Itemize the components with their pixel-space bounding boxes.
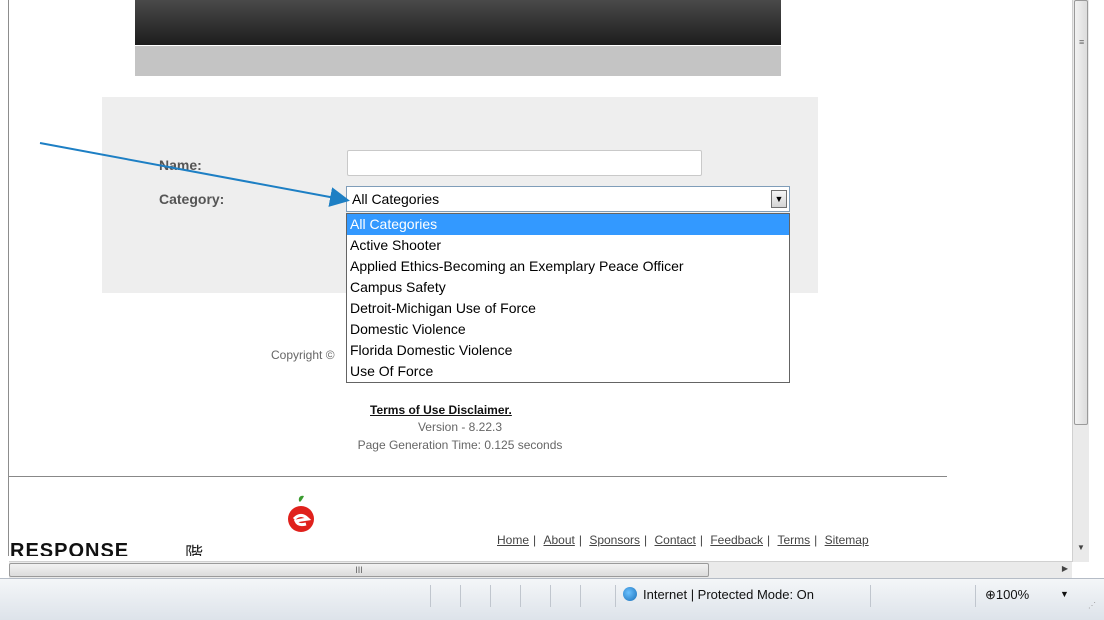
browser-status-bar: Internet | Protected Mode: On ⊕100% ▼ ⋰ [0,578,1104,620]
status-separator [430,585,431,607]
security-zone-status[interactable]: Internet | Protected Mode: On [623,587,814,602]
site-header-banner [135,0,781,45]
dropdown-option[interactable]: Domestic Violence [347,319,789,340]
footer-links: Home | About | Sponsors | Contact | Feedback… [497,533,869,547]
scroll-down-icon[interactable]: ▼ [1077,543,1085,552]
dropdown-option[interactable]: Detroit-Michigan Use of Force [347,298,789,319]
status-separator [870,585,871,607]
status-separator [580,585,581,607]
dropdown-option[interactable]: Applied Ethics-Becoming an Exemplary Pea… [347,256,789,277]
zoom-dropdown-icon[interactable]: ▼ [1060,589,1069,599]
resize-grip-icon[interactable]: ⋰ [1088,601,1096,610]
footer-divider [9,476,947,477]
apple-logo [288,495,314,532]
window-left-border [8,0,9,556]
dropdown-option[interactable]: All Categories [347,214,789,235]
footer-link-feedback[interactable]: Feedback [710,533,763,547]
status-separator [975,585,976,607]
status-separator [615,585,616,607]
status-separator [550,585,551,607]
security-zone-text: Internet | Protected Mode: On [643,587,815,602]
zoom-level: 100% [995,587,1030,602]
page-viewport: Name: Category: All Categories ▼ All Cat… [0,0,1072,556]
category-select[interactable]: All Categories ▼ [346,186,790,212]
sponsor-logo-char: 階 [185,544,203,556]
name-input[interactable] [347,150,702,176]
vertical-scroll-thumb[interactable]: ≡ [1074,0,1088,425]
page-generation-text: Page Generation Time: 0.125 seconds [357,438,563,452]
horizontal-scrollbar[interactable]: III ▶ [9,561,1072,578]
footer-link-sponsors[interactable]: Sponsors [589,533,640,547]
chevron-down-icon[interactable]: ▼ [771,190,787,208]
status-separator [490,585,491,607]
response-logo: RESPONSE [10,540,130,556]
footer-link-about[interactable]: About [543,533,574,547]
name-label: Name: [159,157,202,173]
site-header-nav-bar [135,45,781,76]
copyright-text: Copyright © [271,348,335,362]
dropdown-option[interactable]: Use Of Force [347,361,789,382]
scroll-right-icon[interactable]: ▶ [1062,564,1068,573]
window-right-edge [1089,0,1104,619]
footer-link-terms[interactable]: Terms [777,533,810,547]
zoom-icon: ⊕ [985,587,996,602]
dropdown-option[interactable]: Campus Safety [347,277,789,298]
globe-icon [623,587,637,601]
category-dropdown-list: All Categories Active Shooter Applied Et… [346,213,790,383]
footer-link-sitemap[interactable]: Sitemap [825,533,869,547]
footer-link-home[interactable]: Home [497,533,529,547]
horizontal-scroll-thumb[interactable]: III [9,563,709,577]
dropdown-option[interactable]: Florida Domestic Violence [347,340,789,361]
status-separator [460,585,461,607]
category-label: Category: [159,191,225,207]
version-text: Version - 8.22.3 [417,420,503,434]
dropdown-option[interactable]: Active Shooter [347,235,789,256]
vertical-scrollbar[interactable]: ≡ ▼ [1072,0,1089,562]
category-select-value: All Categories [352,191,440,207]
zoom-control[interactable]: ⊕100% [985,587,1029,603]
status-separator [520,585,521,607]
terms-of-use-link[interactable]: Terms of Use Disclaimer. [370,403,512,417]
footer-link-contact[interactable]: Contact [654,533,695,547]
